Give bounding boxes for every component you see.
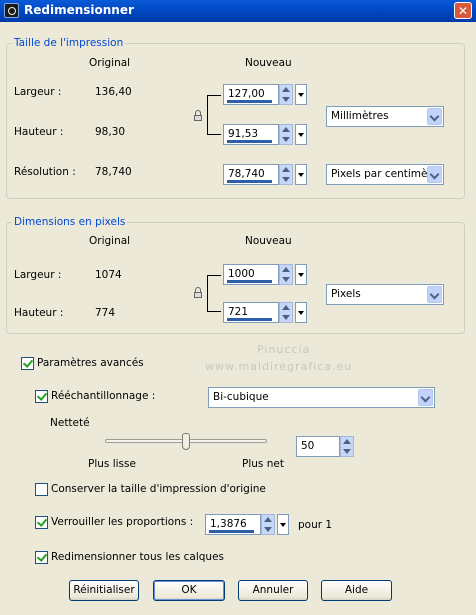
dropdown-arrow-icon[interactable] (295, 264, 307, 285)
resample-method-select[interactable]: Bi-cubique (208, 387, 435, 408)
print-height-input[interactable]: 91,53 (223, 124, 279, 145)
pixel-height-spin-buttons[interactable] (279, 302, 293, 323)
reset-button[interactable]: Réinitialiser (69, 580, 139, 601)
lock-ratio-label[interactable]: Verrouiller les proportions : (51, 516, 193, 528)
dropdown-arrow-icon[interactable] (295, 84, 307, 105)
dropdown-arrow-icon[interactable] (295, 302, 307, 323)
pixel-new-header: Nouveau (245, 235, 292, 247)
spin-up-icon[interactable] (282, 87, 290, 92)
pixel-unit-select[interactable]: Pixels (326, 284, 444, 305)
spin-down-icon[interactable] (264, 527, 272, 532)
advanced-settings-checkbox[interactable] (21, 357, 34, 370)
spin-up-icon[interactable] (264, 517, 272, 522)
resample-checkbox[interactable] (35, 390, 48, 403)
spin-down-icon[interactable] (282, 97, 290, 102)
print-height-original: 98,30 (95, 126, 126, 138)
spin-down-icon[interactable] (282, 177, 290, 182)
resolution-unit-select[interactable]: Pixels par centimètre (326, 164, 444, 185)
spin-up-icon[interactable] (282, 167, 290, 172)
help-button[interactable]: Aide (321, 580, 392, 601)
dropdown-arrow-icon[interactable] (427, 166, 442, 183)
spin-up-icon[interactable] (282, 267, 290, 272)
print-new-header: Nouveau (245, 57, 292, 69)
print-size-legend: Taille de l'impression (12, 37, 126, 49)
spin-down-icon[interactable] (282, 137, 290, 142)
dropdown-arrow-icon[interactable] (427, 108, 442, 125)
close-icon[interactable]: ✕ (454, 2, 472, 19)
pixel-height-label: Hauteur : (14, 307, 64, 319)
watermark-name: Pinuccia (257, 343, 311, 356)
print-unit-select[interactable]: Millimètres (326, 106, 444, 127)
keep-print-size-label[interactable]: Conserver la taille d'impression d'origi… (51, 483, 266, 495)
watermark-url: www.maldiregrafica.eu (205, 360, 353, 373)
ratio-spinner[interactable]: 1,3876 (205, 514, 289, 535)
print-lock-bracket (207, 95, 221, 135)
pixel-height-spinner[interactable]: 721 (223, 302, 307, 323)
pixel-lock-bracket (207, 275, 221, 312)
ratio-spin-buttons[interactable] (261, 514, 275, 535)
resample-label[interactable]: Rééchantillonnage : (51, 390, 155, 402)
pixel-height-original: 774 (95, 307, 116, 319)
spin-up-icon[interactable] (282, 305, 290, 310)
cancel-button[interactable]: Annuler (238, 580, 308, 601)
lock-icon[interactable] (194, 287, 202, 298)
sharpness-slider-thumb[interactable] (182, 433, 190, 450)
sharpness-max-label: Plus net (242, 458, 284, 470)
sharpness-label: Netteté (50, 417, 90, 429)
resize-layers-label[interactable]: Redimensionner tous les calques (51, 551, 224, 563)
sharpness-min-label: Plus lisse (88, 458, 136, 470)
sharpness-spinner[interactable]: 50 (296, 436, 354, 457)
print-width-input[interactable]: 127,00 (223, 84, 279, 105)
resolution-spin-buttons[interactable] (279, 164, 293, 185)
spin-down-icon[interactable] (282, 277, 290, 282)
pixel-height-input[interactable]: 721 (223, 302, 279, 323)
pixel-original-header: Original (89, 235, 131, 247)
dropdown-arrow-icon[interactable] (277, 514, 289, 535)
dropdown-arrow-icon[interactable] (418, 389, 433, 406)
pixel-width-input[interactable]: 1000 (223, 264, 279, 285)
pixel-width-spinner[interactable]: 1000 (223, 264, 307, 285)
spin-up-icon[interactable] (282, 127, 290, 132)
spin-down-icon[interactable] (343, 449, 351, 454)
spin-up-icon[interactable] (343, 439, 351, 444)
sharpness-spin-buttons[interactable] (340, 436, 354, 457)
ratio-input[interactable]: 1,3876 (205, 514, 261, 535)
dropdown-arrow-icon[interactable] (427, 286, 442, 303)
print-width-label: Largeur : (14, 86, 62, 98)
pixel-dims-legend: Dimensions en pixels (12, 216, 128, 228)
title-bar[interactable]: Redimensionner ✕ (0, 0, 476, 22)
resolution-original: 78,740 (95, 166, 132, 178)
advanced-settings-label[interactable]: Paramètres avancés (37, 357, 144, 369)
keep-print-size-checkbox[interactable] (35, 483, 48, 496)
lock-icon[interactable] (194, 110, 202, 121)
pixel-width-label: Largeur : (14, 269, 62, 281)
ok-button[interactable]: OK (153, 580, 225, 601)
print-height-spinner[interactable]: 91,53 (223, 124, 307, 145)
print-width-spinner[interactable]: 127,00 (223, 84, 307, 105)
resolution-spinner[interactable]: 78,740 (223, 164, 307, 185)
resolution-label: Résolution : (14, 166, 76, 178)
spin-down-icon[interactable] (282, 315, 290, 320)
print-width-original: 136,40 (95, 86, 132, 98)
print-height-label: Hauteur : (14, 126, 64, 138)
window-title: Redimensionner (24, 3, 134, 17)
resize-layers-checkbox[interactable] (35, 551, 48, 564)
lock-ratio-checkbox[interactable] (35, 516, 48, 529)
print-original-header: Original (89, 57, 131, 69)
dropdown-arrow-icon[interactable] (295, 164, 307, 185)
sharpness-input[interactable]: 50 (296, 436, 340, 457)
dropdown-arrow-icon[interactable] (295, 124, 307, 145)
resolution-input[interactable]: 78,740 (223, 164, 279, 185)
pixel-width-original: 1074 (95, 269, 122, 281)
print-width-spin-buttons[interactable] (279, 84, 293, 105)
ratio-suffix: pour 1 (298, 519, 333, 531)
pixel-width-spin-buttons[interactable] (279, 264, 293, 285)
print-height-spin-buttons[interactable] (279, 124, 293, 145)
app-icon (4, 3, 19, 18)
